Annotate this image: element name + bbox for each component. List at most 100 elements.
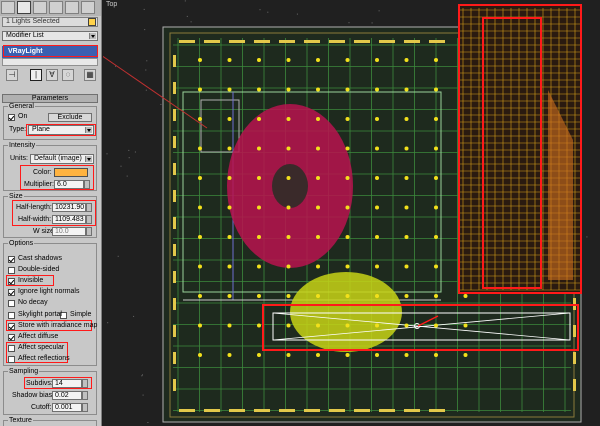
display-tab-icon[interactable]: [65, 1, 79, 14]
wall-fixture: [354, 40, 370, 43]
viewport-label[interactable]: Top: [106, 1, 117, 8]
ceiling-light-dot: [375, 176, 379, 180]
wall-fixture: [173, 163, 176, 175]
units-dropdown[interactable]: Default (image): [30, 154, 94, 164]
option-checkbox[interactable]: [8, 289, 15, 296]
configure-sets-icon[interactable]: ▦: [84, 69, 96, 81]
create-tab-icon[interactable]: [1, 1, 15, 14]
option-checkbox[interactable]: [8, 334, 15, 341]
wall-fixture: [354, 409, 370, 412]
chevron-down-icon: [85, 156, 92, 162]
hierarchy-tab-icon[interactable]: [33, 1, 47, 14]
option-checkbox[interactable]: [8, 356, 15, 363]
wall-fixture: [429, 40, 445, 43]
general-group-title: General: [8, 103, 35, 110]
noise-speck: [371, 22, 373, 24]
option-checkbox[interactable]: [8, 300, 15, 307]
exclude-button[interactable]: Exclude: [48, 113, 92, 122]
ceiling-light-dot: [286, 58, 291, 62]
ceiling-light-dot: [316, 176, 320, 180]
wall-fixture: [429, 409, 445, 412]
highlight-box-color: [20, 165, 94, 190]
remove-modifier-icon[interactable]: ◌: [62, 69, 74, 81]
show-end-result-icon[interactable]: |: [30, 69, 42, 81]
units-value: Default (image): [34, 155, 82, 162]
simple-label: Simple: [70, 311, 92, 318]
ceiling-light-dot: [375, 235, 379, 239]
w-size-spinner[interactable]: 10.0: [52, 227, 92, 236]
ceiling-light-dot: [227, 176, 232, 180]
ceiling-light-dot: [198, 87, 202, 92]
wall-fixture: [173, 352, 176, 364]
on-label: On: [18, 113, 28, 120]
spinner-arrows-icon[interactable]: [82, 391, 88, 400]
ceiling-light-dot: [316, 87, 320, 92]
modifier-list-dropdown[interactable]: Modifier List: [2, 31, 98, 41]
cutoff-spinner[interactable]: 0.001: [52, 403, 88, 412]
ceiling-light-dot: [375, 205, 379, 210]
ceiling-light-dot: [227, 146, 232, 151]
spinner-arrows-icon[interactable]: [82, 403, 88, 412]
wall-fixture: [204, 409, 220, 412]
noise-speck: [128, 157, 130, 159]
option-checkbox[interactable]: [8, 345, 15, 352]
option-checkbox[interactable]: [8, 267, 15, 274]
wall-fixture: [254, 40, 270, 43]
make-unique-icon[interactable]: ∀: [46, 69, 58, 81]
wall-fixture: [279, 409, 295, 412]
noise-speck: [144, 29, 146, 31]
option-checkbox[interactable]: [8, 323, 15, 330]
wall-fixture: [173, 190, 176, 202]
ceiling-light-dot: [198, 205, 202, 210]
spinner-arrows-icon[interactable]: [86, 227, 92, 236]
ceiling-light-dot: [257, 176, 261, 180]
ceiling-light-dot: [227, 323, 232, 328]
top-viewport[interactable]: Top: [103, 0, 600, 426]
ceiling-light-dot: [434, 264, 438, 269]
ceiling-light-dot: [316, 235, 320, 239]
units-label: Units:: [10, 155, 28, 162]
parameters-rollout-header[interactable]: Parameters: [2, 94, 98, 103]
ceiling-light-dot: [198, 323, 202, 328]
utilities-tab-icon[interactable]: [81, 1, 95, 14]
texture-group: Texture: [3, 417, 97, 426]
wall-fixture: [279, 40, 295, 43]
ceiling-light-dot: [257, 235, 261, 239]
pin-stack-icon[interactable]: ⊣: [6, 69, 18, 81]
wall-fixture: [173, 109, 176, 121]
option-label: Affect specular: [18, 344, 65, 351]
options-group-title: Options: [8, 240, 35, 247]
option-checkbox[interactable]: [8, 278, 15, 285]
modify-tab-icon[interactable]: [17, 1, 31, 14]
option-checkbox[interactable]: [8, 256, 15, 263]
option-checkbox[interactable]: [8, 312, 15, 319]
ceiling-light-dot: [404, 146, 409, 151]
ceiling-light-dot: [286, 353, 291, 357]
shadow-bias-spinner[interactable]: 0.02: [52, 391, 88, 400]
ceiling-light-dot: [463, 353, 468, 357]
ceiling-light-dot: [404, 323, 409, 328]
noise-speck: [160, 103, 162, 105]
object-color-swatch[interactable]: [88, 18, 96, 26]
selection-label: 1 Lights Selected: [6, 18, 60, 25]
motion-tab-icon[interactable]: [49, 1, 63, 14]
ceiling-light-dot: [404, 294, 409, 298]
noise-speck: [128, 149, 130, 151]
ceiling-light-dot: [375, 353, 379, 357]
noise-speck: [296, 13, 298, 15]
option-label: Double-sided: [18, 266, 60, 273]
wall-fixture: [304, 409, 320, 412]
on-checkbox[interactable]: [8, 114, 15, 121]
selection-name-field[interactable]: 1 Lights Selected: [2, 17, 98, 27]
noise-speck: [143, 8, 145, 10]
ceiling-light-dot: [345, 117, 350, 121]
wall-fixture: [379, 409, 395, 412]
option-label: Affect reflections: [18, 355, 70, 362]
ceiling-light-dot: [434, 58, 438, 62]
ceiling-light-dot: [434, 87, 438, 92]
wall-fixture: [179, 409, 195, 412]
wall-fixture: [173, 325, 176, 337]
wall-fixture: [173, 136, 176, 148]
wall-fixture: [254, 409, 270, 412]
ceiling-light-dot: [257, 58, 261, 62]
